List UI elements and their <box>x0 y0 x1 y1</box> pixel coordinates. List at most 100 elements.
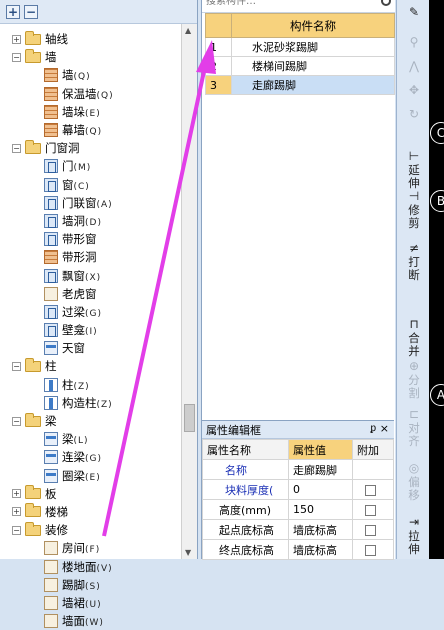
property-value[interactable]: 0 <box>288 479 353 500</box>
table-row[interactable]: 1 水泥砂浆踢脚 <box>205 37 395 57</box>
tree-item[interactable]: 天窗 <box>0 339 197 357</box>
property-row[interactable]: 名称 走廊踢脚 <box>202 459 394 480</box>
tree-item[interactable]: 墙垛(E) <box>0 103 197 121</box>
tree-item-label: 梁 <box>45 414 57 429</box>
attach-checkbox[interactable] <box>365 524 376 536</box>
tree-item[interactable]: 连梁(G) <box>0 448 197 466</box>
tree-item[interactable]: 窗(C) <box>0 176 197 194</box>
room-component-icon <box>44 286 58 301</box>
tree-item[interactable]: 墙(Q) <box>0 66 197 84</box>
remove-node-button[interactable]: − <box>24 4 38 19</box>
table-row[interactable]: 3 走廊踢脚 <box>205 75 395 95</box>
tree-item[interactable]: 墙裙(U) <box>0 594 197 612</box>
tool-button[interactable]: ⊕ 分割 <box>403 360 425 400</box>
tool-icon: ✎ <box>408 5 420 19</box>
scroll-up-icon[interactable]: ▲ <box>185 26 191 35</box>
property-value[interactable]: 走廊踢脚 <box>288 459 353 480</box>
tool-button[interactable]: ✥ <box>403 84 425 98</box>
room-component-icon <box>44 541 58 556</box>
tree-item[interactable]: 踢脚(S) <box>0 576 197 594</box>
collapse-icon[interactable]: − <box>12 361 21 371</box>
tree-item-label: 墙 <box>45 50 57 65</box>
attach-checkbox[interactable] <box>365 484 376 496</box>
search-bar <box>202 0 395 13</box>
collapse-icon[interactable]: − <box>12 525 21 535</box>
tree-item-label: 墙裙(U) <box>62 595 102 610</box>
tool-button[interactable]: ⚲ <box>403 36 425 50</box>
tool-button[interactable]: ⋀ <box>403 60 425 74</box>
tool-button[interactable]: ◎ 偏移 <box>403 462 425 502</box>
expand-icon[interactable]: + <box>12 507 21 517</box>
tree-item[interactable]: 房间(F) <box>0 539 197 557</box>
close-icon[interactable]: × <box>380 422 389 435</box>
tree-item[interactable]: 柱(Z) <box>0 376 197 394</box>
tree-scrollbar[interactable]: ▲ ▼ <box>181 24 197 559</box>
tree-item[interactable]: 老虎窗 <box>0 285 197 303</box>
row-number[interactable]: 2 <box>205 56 232 76</box>
tree-item[interactable]: + 楼梯 <box>0 503 197 521</box>
tree-item[interactable]: 墙洞(D) <box>0 212 197 230</box>
property-value[interactable]: 墙底标高 <box>288 519 353 540</box>
tool-button[interactable]: ⊣ 修剪 <box>403 190 425 230</box>
collapse-icon[interactable]: − <box>12 143 21 153</box>
tool-button[interactable]: ⊏ 对齐 <box>403 408 425 448</box>
component-name-cell[interactable]: 走廊踢脚 <box>231 75 395 95</box>
tree-item[interactable]: 壁龛(I) <box>0 321 197 339</box>
component-name-cell[interactable]: 楼梯间踢脚 <box>231 56 395 76</box>
property-row[interactable]: 起点底标高 墙底标高 <box>202 519 394 540</box>
tree-item[interactable]: − 门窗洞 <box>0 139 197 157</box>
tool-button[interactable]: ⇥ 拉伸 <box>403 516 425 556</box>
add-node-button[interactable]: + <box>6 4 20 19</box>
tree-item[interactable]: 楼地面(V) <box>0 557 197 575</box>
attach-checkbox[interactable] <box>365 504 376 516</box>
tree-item[interactable]: 保温墙(Q) <box>0 85 197 103</box>
attach-checkbox[interactable] <box>365 544 376 556</box>
tree-item[interactable]: 带形洞 <box>0 248 197 266</box>
tree-item[interactable]: − 墙 <box>0 48 197 66</box>
tree-item[interactable]: 带形窗 <box>0 230 197 248</box>
component-name-cell[interactable]: 水泥砂浆踢脚 <box>231 37 395 57</box>
search-input[interactable] <box>206 0 356 7</box>
property-value[interactable]: 150 <box>288 499 353 520</box>
tree-item[interactable]: + 轴线 <box>0 30 197 48</box>
scroll-down-icon[interactable]: ▼ <box>185 548 191 557</box>
tool-icon: ✥ <box>408 83 420 97</box>
property-extra-cell <box>352 479 394 500</box>
property-row[interactable]: 块料厚度(0 <box>202 479 394 500</box>
property-row[interactable]: 终点底标高 墙底标高 <box>202 539 394 560</box>
tool-button[interactable]: ⊓ 合并 <box>403 318 425 358</box>
property-row[interactable]: 高度(mm) 150 <box>202 499 394 520</box>
tool-button[interactable]: ✎ <box>403 6 425 20</box>
tree-item[interactable]: 幕墙(Q) <box>0 121 197 139</box>
collapse-icon[interactable]: − <box>12 52 21 62</box>
expand-icon[interactable]: + <box>12 34 21 44</box>
tool-button[interactable]: ↻ <box>403 108 425 122</box>
tree-item[interactable]: − 柱 <box>0 357 197 375</box>
table-row[interactable]: 2 楼梯间踢脚 <box>205 56 395 76</box>
scrollbar-thumb[interactable] <box>184 404 195 432</box>
tree-item[interactable]: 门(M) <box>0 157 197 175</box>
row-number[interactable]: 1 <box>205 37 232 57</box>
tree-item[interactable]: 墙面(W) <box>0 612 197 630</box>
property-value[interactable]: 墙底标高 <box>288 539 353 560</box>
tree-item[interactable]: 构造柱(Z) <box>0 394 197 412</box>
expand-icon[interactable]: + <box>12 489 21 499</box>
tool-button[interactable]: ⊢ 延伸 <box>403 150 425 190</box>
tree-item-label: 柱(Z) <box>62 377 90 392</box>
tree-item[interactable]: 梁(L) <box>0 430 197 448</box>
tool-button[interactable]: ≠ 打断 <box>403 242 425 282</box>
tree-item[interactable]: 飘窗(X) <box>0 266 197 284</box>
pin-icon[interactable]: ᵱ <box>370 423 376 434</box>
search-icon[interactable] <box>381 0 391 6</box>
tree-item[interactable]: 圈梁(E) <box>0 467 197 485</box>
shortcut-key: (I) <box>85 327 98 338</box>
tree-item[interactable]: − 装修 <box>0 521 197 539</box>
shortcut-key: (S) <box>85 581 101 592</box>
row-number[interactable]: 3 <box>205 75 232 95</box>
tree-item[interactable]: − 梁 <box>0 412 197 430</box>
tool-icon: ≠ <box>408 241 420 255</box>
collapse-icon[interactable]: − <box>12 416 21 426</box>
tree-item[interactable]: 过梁(G) <box>0 303 197 321</box>
tree-item[interactable]: 门联窗(A) <box>0 194 197 212</box>
tree-item[interactable]: + 板 <box>0 485 197 503</box>
